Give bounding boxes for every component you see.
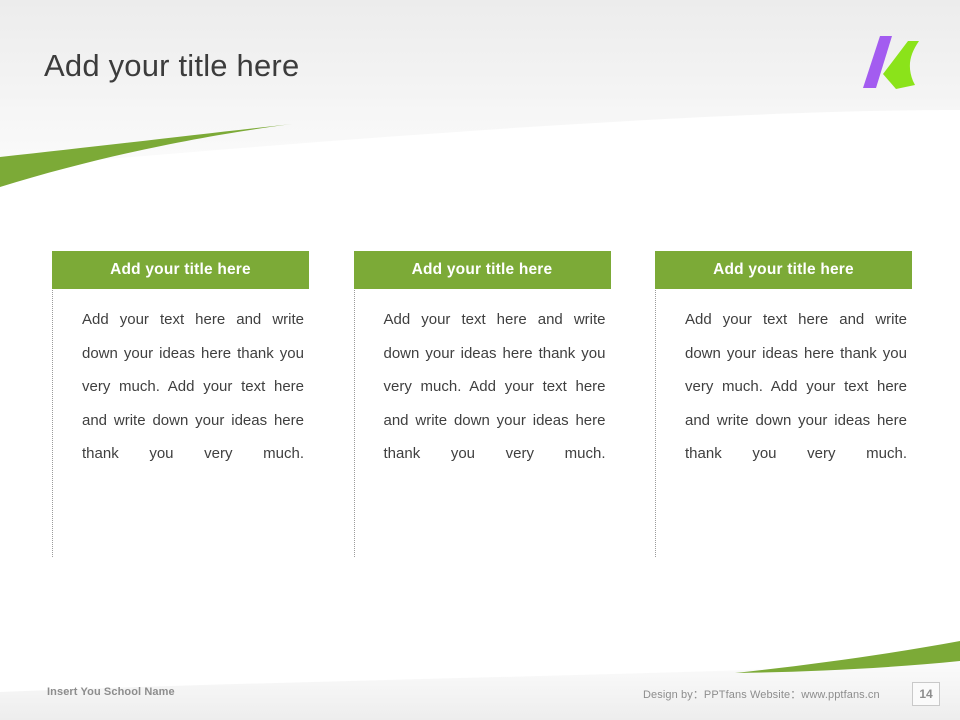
footer-green-curve — [735, 641, 960, 673]
column-dotted-divider — [52, 290, 53, 557]
content-column: Add your title here Add your text here a… — [353, 251, 611, 561]
footer-credit-text: Design by：PPTfans Website：www.pptfans.cn — [643, 689, 880, 701]
content-column: Add your title here Add your text here a… — [52, 251, 309, 561]
slide-canvas: Add your title here Add your title here … — [0, 0, 960, 720]
page-title: Add your title here — [44, 48, 300, 83]
content-column: Add your title here Add your text here a… — [655, 251, 912, 561]
column-body-text: Add your text here and write down your i… — [383, 311, 606, 462]
column-dotted-divider — [655, 290, 656, 557]
column-header-title: Add your title here — [655, 251, 912, 289]
header-green-curve — [0, 124, 292, 187]
column-body-text: Add your text here and write down your i… — [82, 311, 304, 462]
column-header-title: Add your title here — [353, 251, 611, 289]
content-columns: Add your title here Add your text here a… — [52, 251, 912, 561]
pptfans-k-logo-icon — [863, 36, 919, 89]
column-body-text: Add your text here and write down your i… — [685, 311, 907, 462]
column-header-title: Add your title here — [52, 251, 309, 289]
slide-page-number: 14 — [912, 682, 940, 706]
footer-school-name: Insert You School Name — [47, 686, 175, 698]
column-dotted-divider — [353, 290, 355, 557]
